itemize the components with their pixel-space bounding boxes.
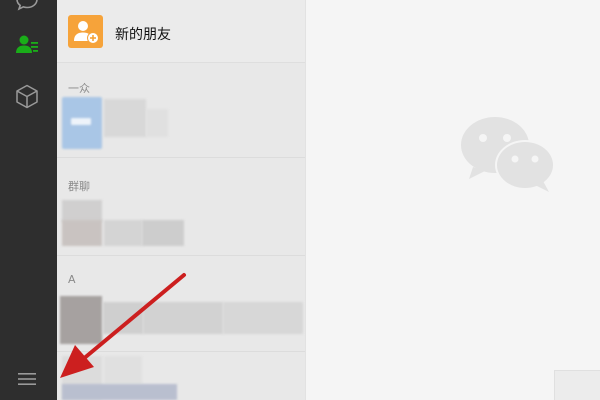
avatar [62, 220, 102, 246]
section-header: 群聊 [68, 180, 90, 193]
contact-name-blurred [104, 99, 146, 137]
divider [57, 351, 305, 352]
contact-name-blurred [103, 302, 143, 334]
new-friends-avatar [68, 15, 103, 48]
contacts-panel: 新的朋友 一众 群聊 A [57, 0, 305, 400]
group-row[interactable] [57, 198, 305, 250]
corner-panel [554, 370, 600, 400]
add-friend-icon [74, 21, 99, 44]
contacts-icon[interactable] [13, 31, 41, 59]
avatar [62, 200, 102, 222]
contact-name-blurred [223, 302, 303, 334]
contact-name-blurred [62, 384, 177, 400]
wechat-logo-icon [461, 115, 556, 199]
new-friends-row[interactable]: 新的朋友 [57, 0, 305, 63]
contact-row[interactable] [57, 292, 305, 348]
favorites-cube-icon[interactable] [13, 82, 41, 110]
chat-icon[interactable] [13, 0, 41, 14]
section-header: A [68, 273, 76, 286]
section-header: 一众 [68, 82, 90, 95]
contact-name-blurred [142, 220, 184, 246]
main-pane [305, 0, 600, 400]
avatar [60, 296, 102, 344]
new-friends-label: 新的朋友 [115, 27, 171, 43]
wechat-window: 新的朋友 一众 群聊 A [0, 0, 600, 400]
avatar-detail [71, 118, 91, 125]
contact-name-blurred [146, 109, 168, 137]
menu-icon[interactable] [13, 365, 41, 393]
contact-name-blurred [143, 302, 223, 334]
divider [57, 255, 305, 256]
contact-name-blurred [104, 220, 142, 246]
contact-row[interactable] [57, 354, 305, 400]
contact-name-blurred [104, 356, 142, 384]
sidebar [0, 0, 57, 400]
divider [57, 157, 305, 158]
contact-row[interactable] [57, 95, 305, 151]
